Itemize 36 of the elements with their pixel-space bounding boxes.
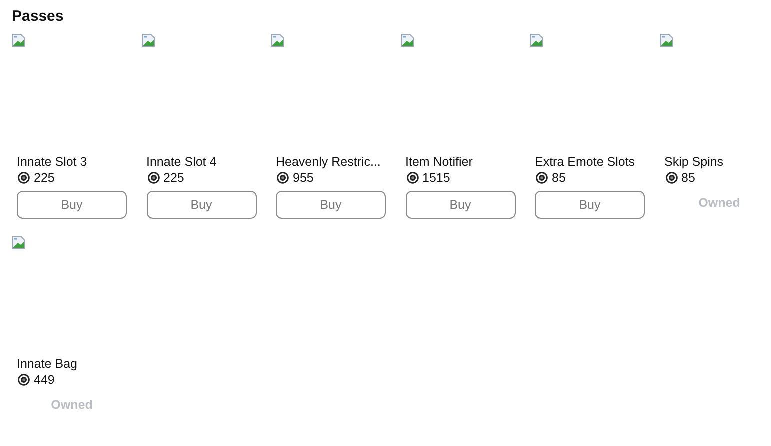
buy-button[interactable]: Buy — [146, 191, 256, 219]
price-text: 85 — [682, 170, 696, 186]
robux-icon — [18, 374, 30, 386]
robux-icon — [666, 172, 678, 184]
pass-name: Innate Slot 3 — [16, 154, 88, 170]
pass-name: Extra Emote Slots — [534, 154, 636, 170]
robux-icon — [148, 172, 160, 184]
broken-image-icon — [400, 34, 414, 47]
robux-icon — [536, 172, 548, 184]
pass-name: Innate Bag — [16, 356, 78, 372]
buy-button[interactable]: Buy — [535, 191, 645, 219]
broken-image-icon — [12, 236, 25, 249]
broken-image-icon — [660, 34, 672, 47]
robux-icon — [277, 172, 289, 184]
broken-image-icon — [530, 34, 543, 47]
pass-name: Heavenly Restric... — [275, 154, 382, 170]
pass-name: Innate Slot 4 — [146, 154, 218, 170]
broken-image-icon — [12, 34, 25, 47]
pass-name: Skip Spins — [664, 154, 725, 170]
price-text: 225 — [34, 170, 55, 186]
section-title: Passes — [12, 8, 65, 26]
owned-label: Owned — [50, 397, 94, 414]
buy-button[interactable]: Buy — [17, 191, 127, 219]
price-text: 225 — [164, 170, 184, 186]
price-text: 955 — [293, 170, 314, 186]
price-text: 449 — [34, 372, 55, 388]
pass-name: Item Notifier — [404, 154, 474, 170]
buy-button[interactable]: Buy — [406, 191, 516, 219]
buy-button[interactable]: Buy — [276, 191, 386, 219]
price-text: 1515 — [422, 170, 450, 186]
robux-icon — [18, 172, 30, 184]
price-text: 85 — [552, 170, 566, 186]
broken-image-icon — [271, 34, 284, 47]
broken-image-icon — [142, 34, 154, 47]
owned-label: Owned — [698, 195, 742, 212]
robux-icon — [406, 172, 418, 184]
